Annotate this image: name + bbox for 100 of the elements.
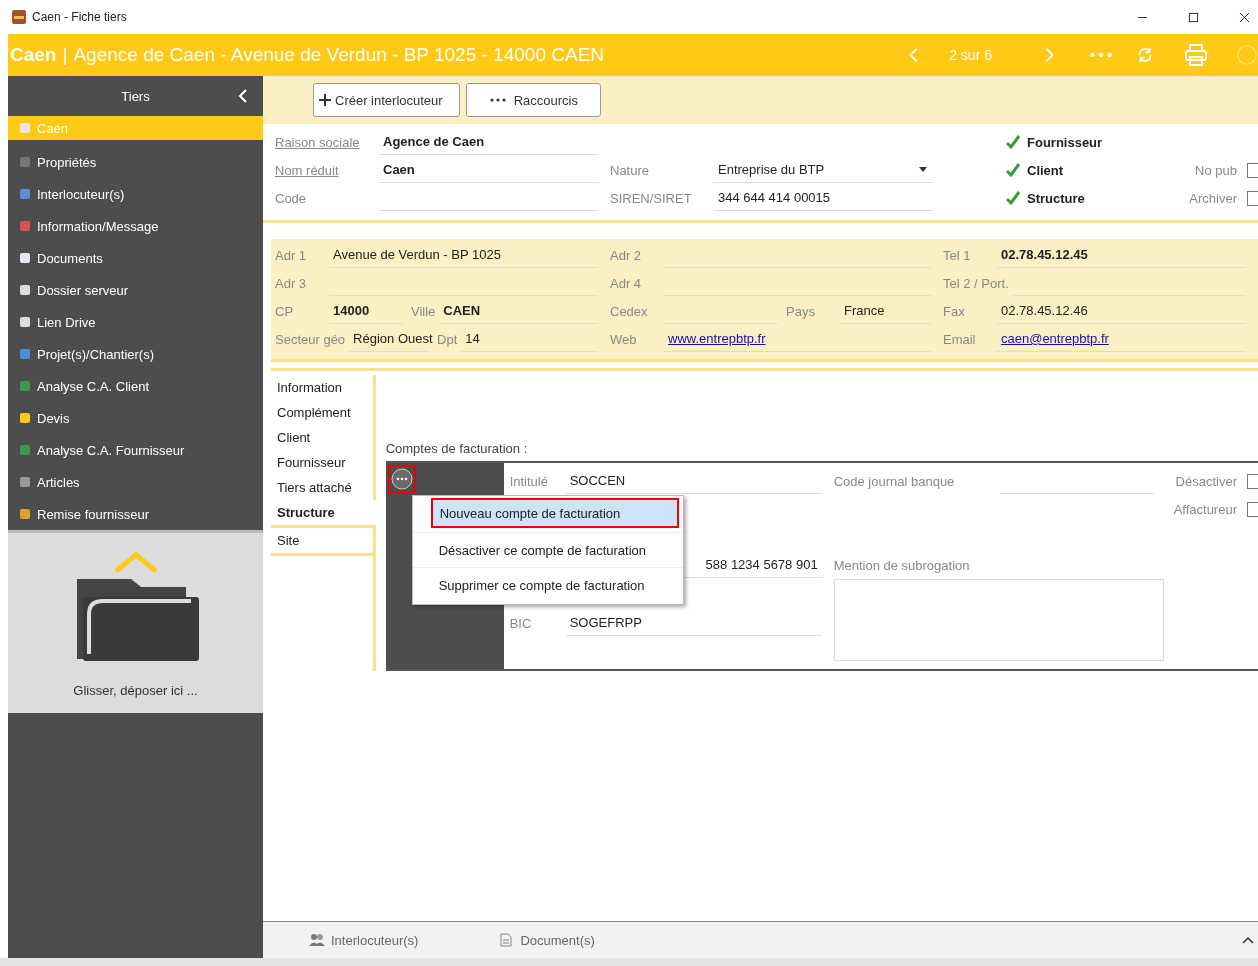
dropdown-field[interactable]: Entreprise du BTP bbox=[714, 157, 933, 183]
checkbox[interactable] bbox=[1247, 473, 1258, 489]
field-label: Tel 2 / Port. bbox=[943, 275, 1009, 291]
tab[interactable]: Structure bbox=[271, 500, 376, 525]
flag-toggle[interactable]: Client bbox=[1005, 156, 1175, 184]
input-field[interactable]: SOGEFRPP bbox=[565, 610, 822, 636]
sidebar-item[interactable]: Articles bbox=[8, 466, 263, 498]
more-button[interactable] bbox=[387, 465, 416, 493]
sidebar-item[interactable]: Analyse C.A. Fournisseur bbox=[8, 434, 263, 466]
item-icon bbox=[18, 347, 32, 361]
plus-icon bbox=[318, 93, 332, 107]
tab[interactable]: Complément bbox=[271, 400, 376, 425]
print-icon[interactable] bbox=[1184, 43, 1208, 67]
link[interactable]: caen@entrepbtp.fr bbox=[1001, 331, 1109, 346]
menu-item[interactable]: Nouveau compte de facturation bbox=[430, 498, 679, 528]
drop-hint: Glisser, déposer ici ... bbox=[73, 682, 198, 698]
sidebar-item[interactable]: Propriétés bbox=[8, 146, 263, 178]
input-field[interactable]: 02.78.45.12.45 bbox=[997, 242, 1246, 268]
input-field[interactable]: caen@entrepbtp.fr bbox=[997, 326, 1246, 352]
link[interactable]: www.entrepbtp.fr bbox=[668, 331, 766, 346]
option-label: No pub bbox=[1195, 162, 1237, 178]
field-label: Adr 4 bbox=[610, 275, 643, 291]
menu-item[interactable]: Supprimer ce compte de facturation bbox=[412, 567, 683, 602]
sidebar-item[interactable]: Devis bbox=[8, 402, 263, 434]
record-address: Agence de Caen - Avenue de Verdun - BP 1025 - 14000 CAEN bbox=[73, 44, 605, 66]
field-label: Web bbox=[610, 331, 638, 347]
sidebar-item[interactable]: Dossier serveur bbox=[8, 274, 263, 306]
separator: | bbox=[62, 44, 68, 66]
create-contact-button[interactable]: Créer interlocuteur bbox=[313, 83, 460, 117]
app-icon bbox=[12, 10, 26, 24]
tab[interactable]: Site bbox=[271, 525, 376, 553]
maximize-icon[interactable] bbox=[1188, 11, 1199, 23]
field-label: Adr 1 bbox=[275, 247, 308, 263]
tab[interactable]: Client bbox=[271, 425, 376, 450]
bottom-tab[interactable]: Document(s) bbox=[498, 932, 595, 948]
bottom-tab[interactable]: Interlocuteur(s) bbox=[309, 932, 419, 948]
more-icon bbox=[488, 97, 507, 103]
field-label: CP bbox=[275, 303, 295, 319]
field-label: Tel 1 bbox=[943, 247, 972, 263]
item-icon bbox=[18, 219, 32, 233]
sidebar-item[interactable]: Information/Message bbox=[8, 210, 263, 242]
tab[interactable]: Fournisseur bbox=[271, 450, 376, 475]
close-icon[interactable] bbox=[1239, 11, 1250, 23]
input-field[interactable]: www.entrepbtp.fr bbox=[664, 326, 931, 352]
tab[interactable]: Tiers attaché bbox=[271, 475, 376, 500]
sidebar-item[interactable]: Documents bbox=[8, 242, 263, 274]
field-label: SIREN/SIRET bbox=[610, 190, 693, 206]
sidebar-item[interactable]: Lien Drive bbox=[8, 306, 263, 338]
input-field[interactable]: France bbox=[840, 298, 931, 324]
input-field[interactable]: Caen bbox=[379, 157, 598, 183]
menu-item[interactable]: Désactiver ce compte de facturation bbox=[412, 532, 683, 567]
item-icon bbox=[18, 507, 32, 521]
field-label: Cedex bbox=[610, 303, 649, 319]
input-field[interactable]: Agence de Caen bbox=[379, 129, 598, 155]
sidebar-item[interactable]: Projet(s)/Chantier(s) bbox=[8, 338, 263, 370]
item-icon bbox=[18, 121, 32, 135]
input-field[interactable]: 344 644 414 00015 bbox=[714, 185, 933, 211]
option-label: Affactureur bbox=[1173, 501, 1237, 517]
document-icon bbox=[498, 933, 515, 947]
record-name: Caen bbox=[10, 44, 57, 66]
field-label[interactable]: Raison sociale bbox=[275, 134, 379, 150]
field-label: Mention de subrogation bbox=[833, 557, 971, 573]
pager: 2 sur 6 bbox=[949, 47, 992, 63]
expand-icon[interactable] bbox=[1242, 936, 1254, 944]
flag-toggle[interactable]: Structure bbox=[1005, 184, 1175, 212]
item-icon bbox=[18, 251, 32, 265]
dropdown-caret-icon bbox=[919, 167, 927, 172]
window-title: Caen - Fiche tiers bbox=[32, 10, 127, 24]
drop-zone[interactable]: Glisser, déposer ici ... bbox=[8, 530, 263, 713]
field-label: Fax bbox=[943, 303, 966, 319]
option-label: Désactiver bbox=[1175, 473, 1237, 489]
sidebar-item[interactable]: Analyse C.A. Client bbox=[8, 370, 263, 402]
item-icon bbox=[18, 443, 32, 457]
checkbox[interactable] bbox=[1247, 190, 1258, 206]
flag-toggle[interactable]: Fournisseur bbox=[1005, 128, 1175, 156]
more-icon bbox=[390, 468, 413, 490]
field-label: Adr 3 bbox=[275, 275, 308, 291]
field-label[interactable]: Nom réduit bbox=[275, 162, 379, 178]
input-field[interactable]: Avenue de Verdun - BP 1025 bbox=[329, 242, 598, 268]
input-field[interactable]: CAEN bbox=[439, 298, 598, 324]
input-field[interactable]: 02.78.45.12.46 bbox=[997, 298, 1246, 324]
item-icon bbox=[18, 187, 32, 201]
input-field[interactable]: SOCCEN bbox=[565, 468, 822, 494]
input-field[interactable]: 14000 bbox=[329, 298, 403, 324]
text-area[interactable] bbox=[833, 579, 1164, 661]
item-icon bbox=[18, 379, 32, 393]
collapse-icon[interactable] bbox=[237, 88, 249, 104]
sidebar-item[interactable]: Interlocuteur(s) bbox=[8, 178, 263, 210]
field-label: Dpt bbox=[437, 331, 458, 347]
item-icon bbox=[18, 283, 32, 297]
checkbox[interactable] bbox=[1247, 162, 1258, 178]
sidebar-title: Tiers bbox=[121, 88, 150, 104]
input-field[interactable]: 14 bbox=[461, 326, 598, 352]
field-label: BIC bbox=[509, 615, 533, 631]
field-label: Pays bbox=[786, 303, 816, 319]
tab[interactable]: Information bbox=[271, 375, 376, 400]
refresh-icon[interactable] bbox=[1136, 45, 1154, 65]
shortcuts-button[interactable]: Raccourcis bbox=[465, 83, 601, 117]
sidebar-item[interactable]: Remise fournisseur bbox=[8, 498, 263, 530]
checkbox[interactable] bbox=[1247, 501, 1258, 517]
